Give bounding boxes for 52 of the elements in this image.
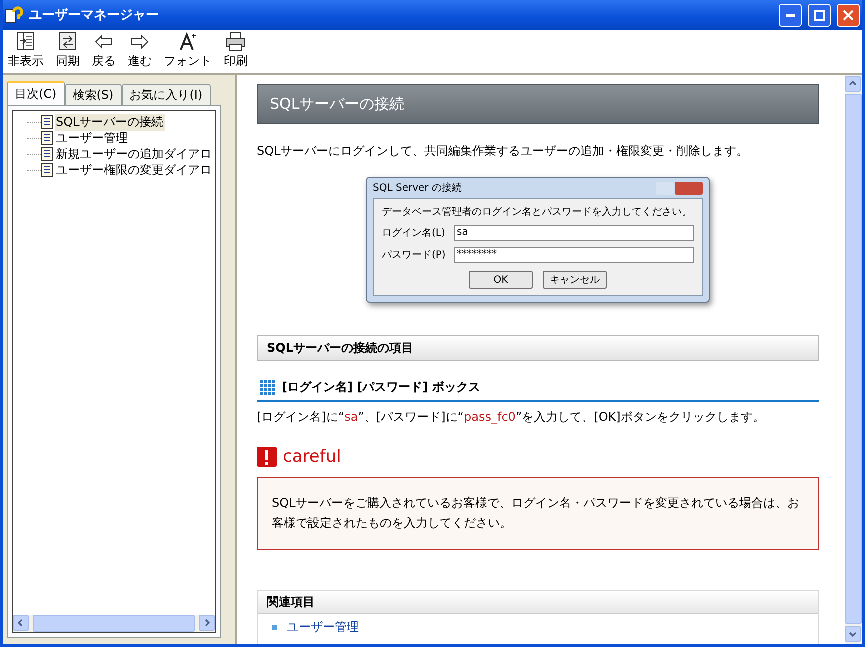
warning-icon [257,447,277,467]
subheading: [ログイン名] [パスワード] ボックス [282,379,480,396]
toolbar-button[interactable]: フォント [162,32,214,70]
related-heading: 関連項目 [258,591,818,614]
close-button[interactable] [837,4,860,26]
document-icon [41,131,53,145]
dialog-button[interactable]: キャンセル [543,271,607,289]
input-field: sa [454,225,694,241]
scroll-down-icon [849,630,857,638]
scroll-left-icon [17,619,25,627]
dialog-title: SQL Server の接続 [373,182,462,195]
grid-icon [259,379,276,396]
tree-item[interactable]: SQLサーバーの接続 [55,114,165,130]
scroll-up-icon [849,80,857,88]
sync-icon [57,32,79,52]
tree-item[interactable]: ユーザー権限の変更ダイアロ [55,162,213,178]
toolbar-button[interactable]: 戻る [90,32,118,70]
document-icon [41,147,53,161]
field-label: パスワード(P) [382,249,447,262]
tree-item[interactable]: ユーザー管理 [55,130,129,146]
minimize-icon [786,14,795,16]
instruction-text: [ログイン名]に“sa”、[パスワード]に“pass_fc0”を入力して、[OK]ボタンをクリックします。 [257,409,766,426]
tab[interactable]: お気に入り(I) [122,84,211,105]
help-book-icon [5,6,23,24]
tab[interactable]: 検索(S) [64,84,122,105]
document-icon [41,163,53,177]
tab[interactable]: 目次(C) [7,81,65,105]
toolbar-button[interactable]: 進む [126,32,154,70]
caution-text: SQLサーバーをご購入されているお客様で、ログイン名・パスワードを変更されている場合は、お客様で設定されたものを入力してください。 [272,495,801,532]
vertical-scrollbar[interactable] [845,75,862,644]
font-icon [177,32,199,52]
caution-label: careful [283,447,342,467]
section-heading: SQLサーバーの接続の項目 [257,335,819,361]
dialog-message: データベース管理者のログイン名とパスワードを入力してください。 [382,206,693,219]
maximize-button[interactable] [808,4,831,26]
bullet-icon [272,625,277,630]
toolbar-button[interactable]: 印刷 [222,32,250,70]
document-icon [41,115,53,129]
page-title: SQLサーバーの接続 [257,84,819,124]
input-field: ******** [454,247,694,263]
dialog-button[interactable]: OK [469,271,533,289]
intro-text: SQLサーバーにログインして、共同編集作業するユーザーの追加・権限変更・削除します。 [257,143,750,160]
toolbar-button[interactable]: 非表示 [6,32,46,70]
scroll-right-icon [203,619,211,627]
related-link[interactable]: ユーザー管理 [287,619,359,636]
toolbar-button[interactable]: 同期 [54,32,82,70]
maximize-icon [814,10,825,20]
window-title: ユーザーマネージャー [29,7,160,24]
minimize-button[interactable] [779,4,802,26]
tree-item[interactable]: 新規ユーザーの追加ダイアロ [55,146,213,162]
field-label: ログイン名(L) [382,227,446,240]
horizontal-scrollbar[interactable] [12,615,216,633]
